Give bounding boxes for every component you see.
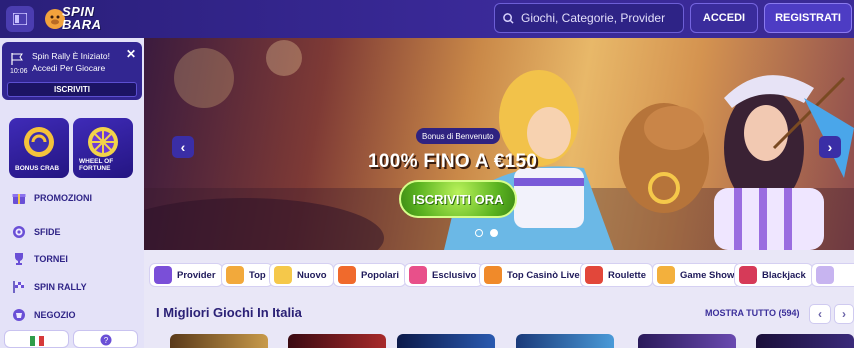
- category-label: Provider: [177, 269, 216, 281]
- category-bar: Provider Top Nuovo Popolari Esclusivo To…: [144, 260, 854, 290]
- game-card[interactable]: [516, 334, 614, 348]
- banner-prev-button[interactable]: ‹: [172, 136, 194, 158]
- wheel-of-fortune-tile[interactable]: WHEEL OF FORTUNE: [73, 118, 133, 178]
- category-esclusivo[interactable]: Esclusivo: [404, 263, 484, 287]
- italy-flag-icon: [30, 336, 44, 346]
- trophy-icon: [15, 253, 23, 265]
- tile-label: WHEEL OF FORTUNE: [79, 158, 114, 172]
- rally-flag-icon: [11, 53, 23, 65]
- chevron-left-icon: ‹: [818, 307, 822, 321]
- login-button[interactable]: ACCEDI: [690, 3, 758, 33]
- bonus-crab-tile[interactable]: BONUS CRAB: [9, 118, 69, 178]
- cards-icon: [739, 266, 757, 284]
- fire-icon: [338, 266, 356, 284]
- menu-icon: [13, 13, 27, 25]
- spinbara-logo[interactable]: SPIN BARA: [44, 3, 114, 35]
- category-label: Blackjack: [762, 269, 806, 281]
- games-next-button[interactable]: ›: [834, 304, 854, 324]
- game-card[interactable]: [170, 334, 268, 348]
- search-icon: [503, 12, 514, 24]
- diamond-icon: [409, 266, 427, 284]
- crown-icon: [226, 266, 244, 284]
- notification-signup-button[interactable]: ISCRIVITI: [7, 82, 137, 97]
- provider-icon: [154, 266, 172, 284]
- sparkle-icon: [274, 266, 292, 284]
- sidebar-item-label: NEGOZIO: [34, 310, 76, 320]
- microphone-icon: [657, 266, 675, 284]
- category-game-show[interactable]: Game Show: [652, 263, 742, 287]
- chevron-left-icon: ‹: [180, 139, 186, 155]
- search-bar[interactable]: [494, 3, 684, 33]
- register-button[interactable]: REGISTRATI: [764, 3, 852, 33]
- game-card[interactable]: [288, 334, 386, 348]
- tile-label: BONUS CRAB: [15, 165, 60, 172]
- sidebar-item-label: PROMOZIONI: [34, 193, 92, 203]
- banner-headline: 100% FINO A €150: [368, 151, 538, 172]
- chevron-right-icon: ›: [842, 307, 846, 321]
- game-card[interactable]: [397, 334, 495, 348]
- search-input[interactable]: [521, 11, 681, 25]
- category-nuovo[interactable]: Nuovo: [269, 263, 334, 287]
- top-bar: SPINBARA ACCEDI REGISTRATI: [0, 0, 854, 38]
- sidebar-item-tornei[interactable]: TORNEI: [12, 249, 68, 269]
- category-label: Esclusivo: [432, 269, 477, 281]
- category-label: Roulette: [608, 269, 646, 281]
- sidebar-item-negozio[interactable]: NEGOZIO: [12, 305, 76, 325]
- sidebar-item-label: SFIDE: [34, 227, 61, 237]
- banner-illustration: [144, 40, 854, 250]
- category-label: Popolari: [361, 269, 400, 281]
- notification-time: 10:06: [10, 68, 28, 75]
- game-card[interactable]: [638, 334, 736, 348]
- banner-signup-button[interactable]: ISCRIVITI ORA: [399, 180, 517, 218]
- logo-text: SPIN BARA: [62, 4, 102, 32]
- category-roulette[interactable]: Roulette: [580, 263, 653, 287]
- svg-text:?: ?: [104, 336, 109, 345]
- shop-icon: [13, 309, 25, 321]
- help-icon: ?: [100, 334, 112, 346]
- target-icon: [13, 226, 25, 238]
- category-popolari[interactable]: Popolari: [333, 263, 407, 287]
- sidebar-toggle-button[interactable]: [6, 6, 34, 32]
- carousel-dots: [475, 229, 513, 237]
- roulette-icon: [585, 266, 603, 284]
- sidebar-item-label: TORNEI: [34, 254, 68, 264]
- chevron-right-icon: ›: [827, 139, 833, 155]
- section-title: I Migliori Giochi In Italia: [156, 305, 302, 320]
- category-label: Nuovo: [297, 269, 327, 281]
- sidebar-item-sfide[interactable]: SFIDE: [12, 222, 61, 242]
- banner-next-button[interactable]: ›: [819, 136, 841, 158]
- sidebar-item-label: SPIN RALLY: [34, 282, 87, 292]
- category-label: Top Casinò Live: [507, 269, 580, 281]
- sidebar: 10:06 Spin Rally È Iniziato! Accedi Per …: [0, 38, 144, 348]
- sidebar-item-spin-rally[interactable]: SPIN RALLY: [12, 277, 87, 297]
- category-more[interactable]: [811, 263, 854, 287]
- close-icon[interactable]: ✕: [126, 47, 136, 61]
- notification-message: Spin Rally È Iniziato! Accedi Per Giocar…: [32, 51, 110, 73]
- games-prev-button[interactable]: ‹: [809, 304, 831, 324]
- help-button[interactable]: ?: [73, 330, 138, 348]
- language-selector[interactable]: [4, 330, 69, 348]
- category-label: Top: [249, 269, 266, 281]
- carousel-dot-active[interactable]: [490, 229, 498, 237]
- more-category-icon: [816, 266, 834, 284]
- game-card[interactable]: [756, 334, 854, 348]
- star-icon: [484, 266, 502, 284]
- category-provider[interactable]: Provider: [149, 263, 223, 287]
- gift-icon: [12, 194, 26, 204]
- category-top-casino-live[interactable]: Top Casinò Live: [479, 263, 587, 287]
- flag-icon: [13, 281, 24, 293]
- category-blackjack[interactable]: Blackjack: [734, 263, 813, 287]
- carousel-dot[interactable]: [475, 229, 483, 237]
- hero-banner[interactable]: Bonus di Benvenuto 100% FINO A €150 ISCR…: [144, 38, 854, 250]
- notification-card: 10:06 Spin Rally È Iniziato! Accedi Per …: [2, 42, 142, 100]
- category-label: Game Show: [680, 269, 735, 281]
- category-top[interactable]: Top: [221, 263, 273, 287]
- show-all-link[interactable]: MOSTRA TUTTO (594): [705, 308, 800, 318]
- bonus-badge: Bonus di Benvenuto: [416, 128, 500, 144]
- sidebar-item-promozioni[interactable]: PROMOZIONI: [12, 188, 92, 208]
